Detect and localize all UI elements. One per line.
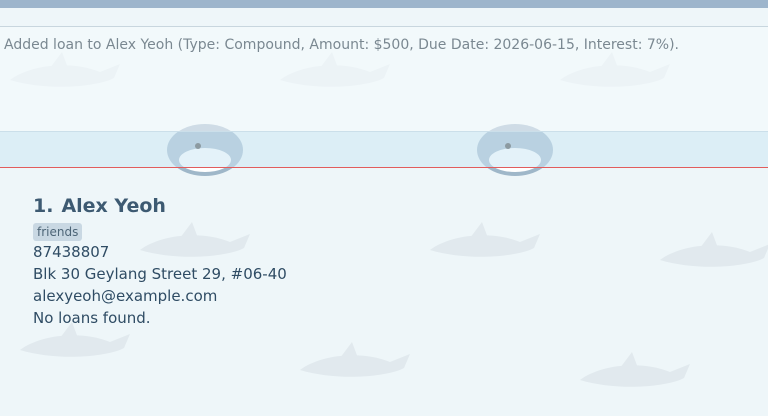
person-header: 1. Alex Yeoh [33,192,733,220]
person-loans: No loans found. [33,309,151,327]
person-name: Alex Yeoh [61,195,166,217]
person-address: Blk 30 Geylang Street 29, #06-40 [33,265,287,283]
top-strip [0,0,768,8]
tag-list: friends [33,220,733,241]
person-index: 1. [33,195,54,217]
divider-band [0,131,768,167]
person-card[interactable]: 1. Alex Yeoh friends 87438807 Blk 30 Geyl… [33,192,733,329]
tag-badge: friends [33,223,83,241]
result-message: Added loan to Alex Yeoh (Type: Compound,… [4,37,679,53]
person-phone: 87438807 [33,243,110,261]
person-email: alexyeoh@example.com [33,287,218,305]
result-display: Added loan to Alex Yeoh (Type: Compound,… [0,26,768,132]
accent-divider [0,167,768,168]
